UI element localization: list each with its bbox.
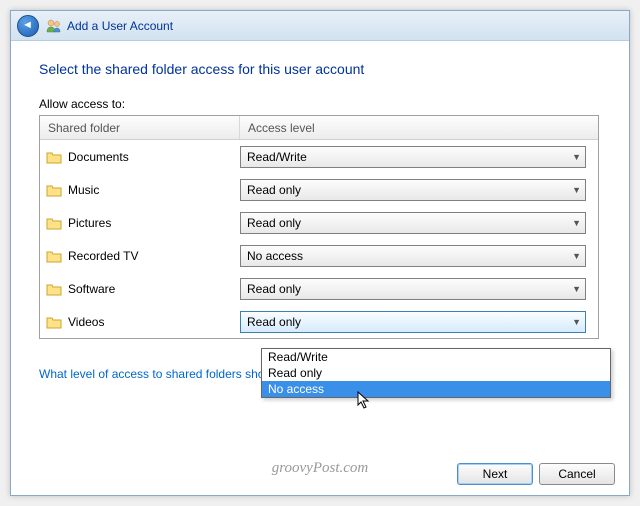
table-row: Documents Read/Write ▼ — [40, 140, 598, 173]
window-title: Add a User Account — [67, 19, 173, 33]
allow-access-label: Allow access to: — [39, 97, 601, 111]
dropdown-value: No access — [247, 249, 303, 263]
chevron-down-icon: ▼ — [572, 218, 581, 228]
dropdown-value: Read only — [247, 183, 301, 197]
folder-icon — [46, 183, 62, 197]
titlebar: ◄ Add a User Account — [11, 11, 629, 41]
table-row: Software Read only ▼ — [40, 272, 598, 305]
dropdown-value: Read/Write — [247, 150, 307, 164]
folder-cell: Documents — [46, 150, 240, 164]
access-dropdown-documents[interactable]: Read/Write ▼ — [240, 146, 586, 168]
chevron-down-icon: ▼ — [572, 251, 581, 261]
access-dropdown-music[interactable]: Read only ▼ — [240, 179, 586, 201]
button-bar: Next Cancel — [457, 463, 615, 485]
cancel-button[interactable]: Cancel — [539, 463, 615, 485]
back-button[interactable]: ◄ — [17, 15, 39, 37]
table-row: Pictures Read only ▼ — [40, 206, 598, 239]
access-dropdown-videos[interactable]: Read only ▼ — [240, 311, 586, 333]
chevron-down-icon: ▼ — [572, 284, 581, 294]
folder-access-table: Shared folder Access level Documents Rea… — [39, 115, 599, 339]
dropdown-value: Read only — [247, 282, 301, 296]
chevron-down-icon: ▼ — [572, 185, 581, 195]
wizard-window: ◄ Add a User Account Select the shared f… — [10, 10, 630, 496]
dropdown-option-readwrite[interactable]: Read/Write — [262, 349, 610, 365]
page-heading: Select the shared folder access for this… — [39, 61, 601, 77]
access-dropdown-list: Read/Write Read only No access — [261, 348, 611, 398]
watermark: groovyPost.com — [272, 460, 369, 477]
user-account-icon — [45, 18, 61, 34]
dropdown-option-noaccess[interactable]: No access — [262, 381, 610, 397]
folder-icon — [46, 282, 62, 296]
table-header: Shared folder Access level — [40, 116, 598, 140]
folder-cell: Recorded TV — [46, 249, 240, 263]
content-area: Select the shared folder access for this… — [11, 41, 629, 391]
chevron-down-icon: ▼ — [572, 152, 581, 162]
table-row: Recorded TV No access ▼ — [40, 239, 598, 272]
chevron-down-icon: ▼ — [572, 317, 581, 327]
table-row: Music Read only ▼ — [40, 173, 598, 206]
folder-cell: Music — [46, 183, 240, 197]
folder-cell: Software — [46, 282, 240, 296]
folder-name: Videos — [68, 315, 104, 329]
table-row: Videos Read only ▼ — [40, 305, 598, 338]
folder-name: Documents — [68, 150, 129, 164]
folder-name: Recorded TV — [68, 249, 138, 263]
dropdown-option-readonly[interactable]: Read only — [262, 365, 610, 381]
folder-name: Pictures — [68, 216, 111, 230]
back-arrow-icon: ◄ — [22, 20, 33, 31]
folder-icon — [46, 150, 62, 164]
dropdown-value: Read only — [247, 315, 301, 329]
folder-icon — [46, 315, 62, 329]
dropdown-value: Read only — [247, 216, 301, 230]
column-header-access[interactable]: Access level — [240, 121, 598, 135]
column-header-folder[interactable]: Shared folder — [40, 116, 240, 139]
folder-icon — [46, 216, 62, 230]
next-button[interactable]: Next — [457, 463, 533, 485]
folder-cell: Videos — [46, 315, 240, 329]
folder-cell: Pictures — [46, 216, 240, 230]
folder-name: Music — [68, 183, 99, 197]
folder-name: Software — [68, 282, 115, 296]
folder-icon — [46, 249, 62, 263]
access-dropdown-software[interactable]: Read only ▼ — [240, 278, 586, 300]
access-dropdown-pictures[interactable]: Read only ▼ — [240, 212, 586, 234]
access-dropdown-recordedtv[interactable]: No access ▼ — [240, 245, 586, 267]
